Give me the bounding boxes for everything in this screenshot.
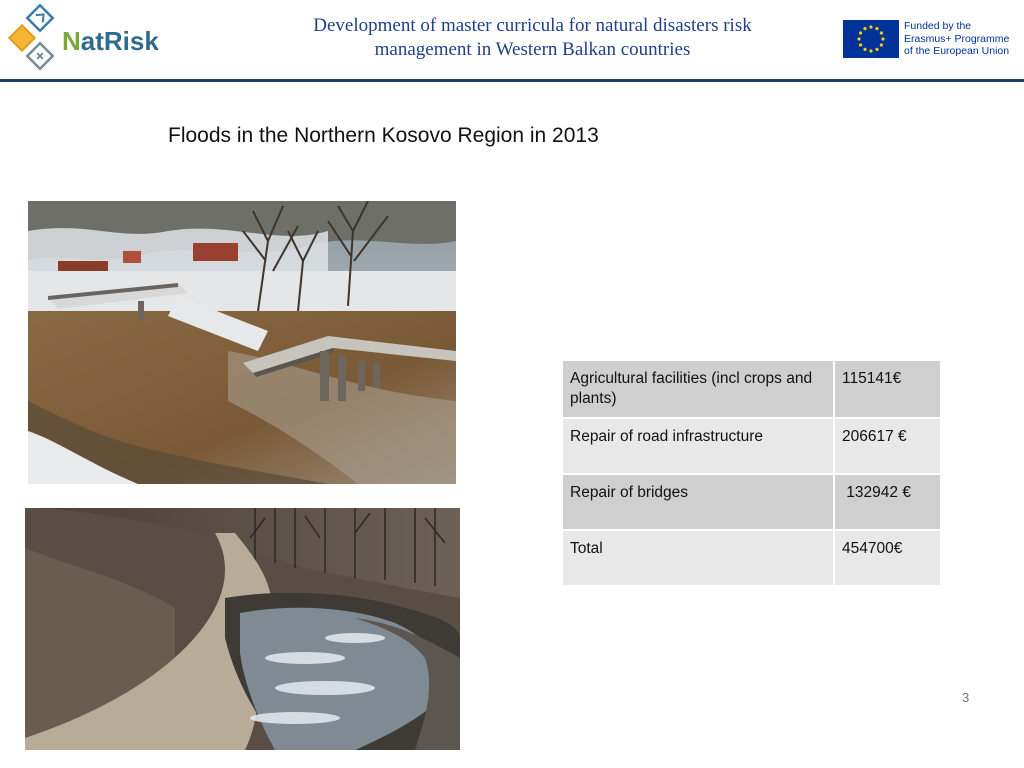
header-title-line-1: Development of master curricula for natu…: [313, 15, 752, 36]
natrisk-logo: NatRisk: [6, 3, 166, 72]
cost-value-cell: 115141€: [833, 359, 942, 419]
table-row: Repair of bridges 132942 €: [561, 473, 942, 531]
header-title: Development of master curricula for natu…: [250, 14, 815, 62]
header: NatRisk Development of master curricula …: [0, 0, 1024, 82]
eu-star-icon: [869, 25, 873, 29]
eu-star-icon: [857, 37, 861, 41]
damaged-road-river-photo: [25, 508, 460, 750]
logo-text: NatRisk: [62, 26, 159, 56]
eu-flag-icon: [843, 20, 899, 58]
table-row: Agricultural facilities (incl crops and …: [561, 359, 942, 419]
eu-star-icon: [863, 27, 867, 31]
cost-item-cell: Agricultural facilities (incl crops and …: [561, 359, 835, 419]
eu-star-icon: [859, 43, 863, 47]
slide-title: Floods in the Northern Kosovo Region in …: [168, 124, 599, 147]
cost-value-cell: 132942 €: [833, 473, 942, 531]
cost-value-cell: 206617 €: [833, 417, 942, 475]
eu-funding-text: Funded by the Erasmus+ Programme of the …: [904, 20, 1009, 58]
natrisk-logo-icon: [7, 3, 55, 71]
eu-text-line-2: Erasmus+ Programme: [904, 32, 1010, 45]
eu-star-icon: [875, 47, 879, 51]
page-number: 3: [962, 690, 970, 705]
eu-star-icon: [859, 31, 863, 35]
eu-funding-badge: Funded by the Erasmus+ Programme of the …: [843, 18, 1018, 62]
cost-item-cell: Repair of road infrastructure: [561, 417, 835, 475]
table-row: Repair of road infrastructure 206617 €: [561, 417, 942, 475]
eu-text-line-1: Funded by the: [904, 20, 972, 32]
header-divider: [0, 79, 1024, 82]
eu-star-icon: [881, 37, 885, 41]
collapsed-bridge-flood-photo: [28, 201, 456, 484]
eu-star-icon: [879, 43, 883, 47]
cost-item-cell: Repair of bridges: [561, 473, 835, 531]
cost-item-cell: Total: [561, 529, 835, 587]
cost-value-cell: 454700€: [833, 529, 942, 587]
eu-star-icon: [869, 49, 873, 53]
eu-star-icon: [875, 27, 879, 31]
eu-star-icon: [863, 47, 867, 51]
eu-text-line-3: of the European Union: [904, 45, 1010, 57]
table-row: Total 454700€: [561, 529, 942, 587]
eu-star-icon: [879, 31, 883, 35]
header-title-line-2: management in Western Balkan countries: [374, 39, 691, 60]
damage-cost-table: Agricultural facilities (incl crops and …: [561, 359, 942, 587]
